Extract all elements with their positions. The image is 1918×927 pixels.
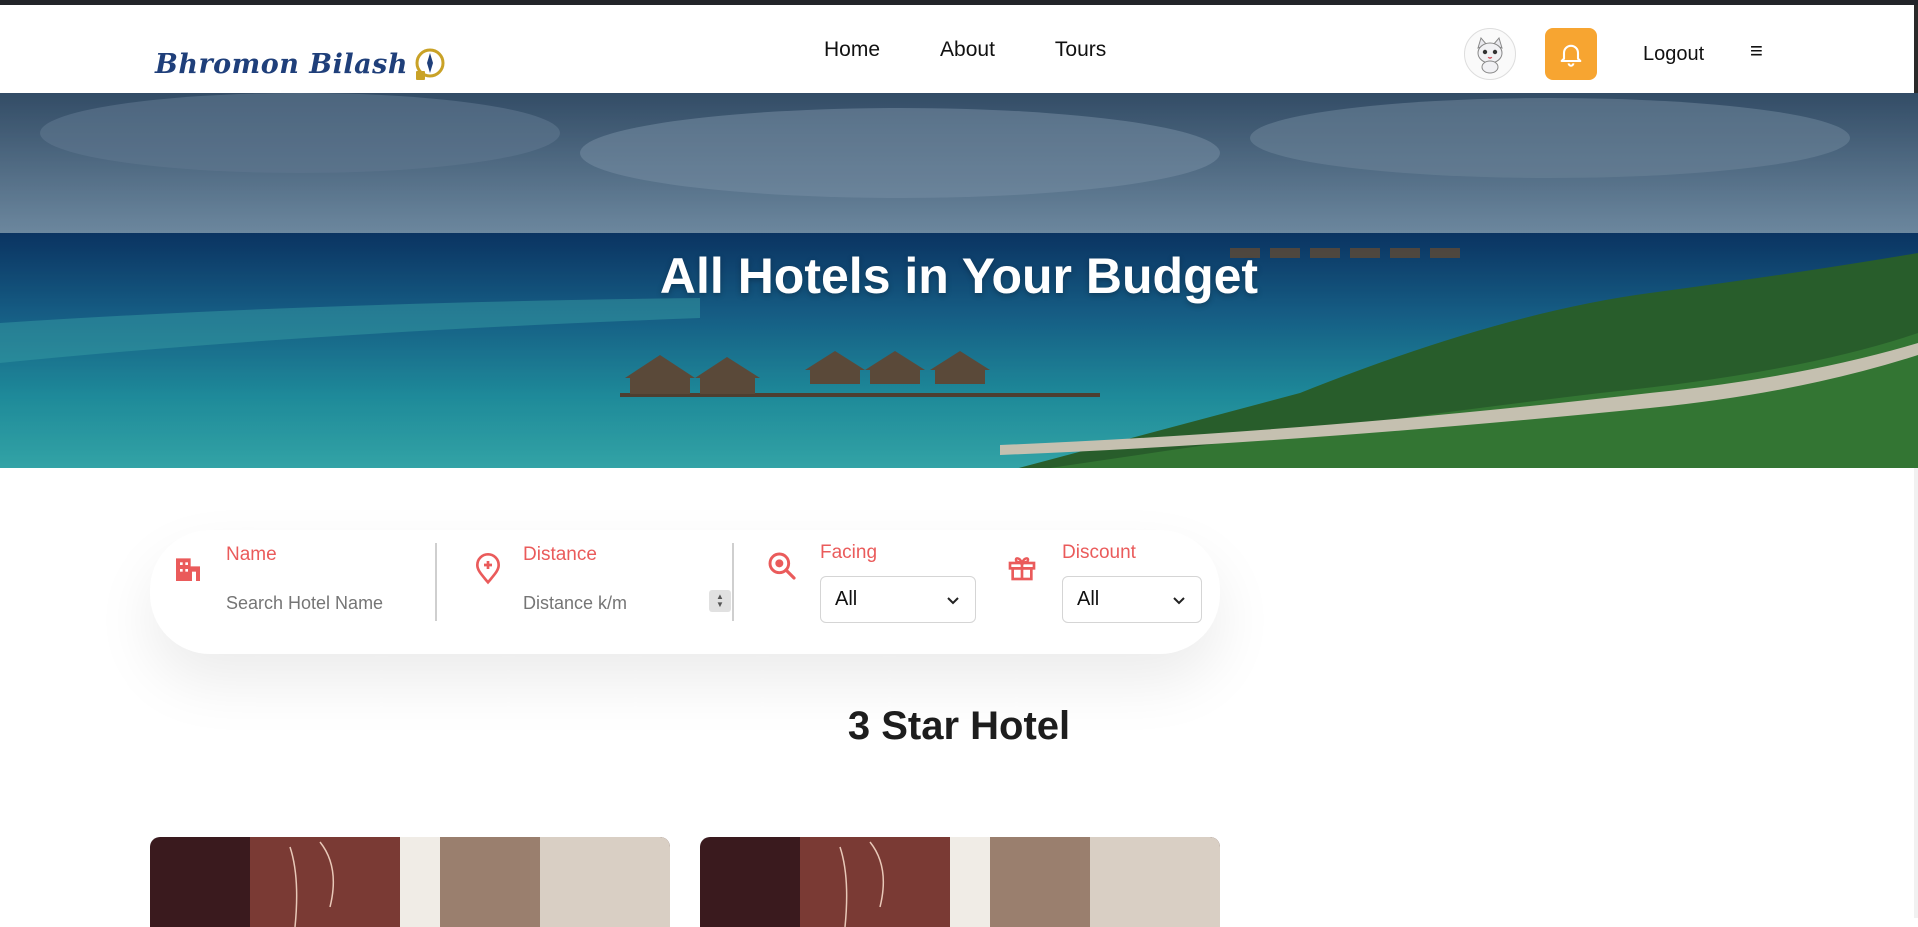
nav-links: Home About Tours — [824, 38, 1106, 62]
discount-label: Discount — [1062, 542, 1136, 563]
notifications-button[interactable] — [1545, 28, 1597, 80]
compass-icon — [410, 45, 448, 83]
hero-title: All Hotels in Your Budget — [659, 248, 1259, 304]
logo-text: Bhromon Bilash — [155, 48, 408, 80]
discount-select[interactable]: All — [1062, 576, 1202, 623]
nav-link-home[interactable]: Home — [824, 38, 880, 62]
nav-link-about[interactable]: About — [940, 38, 995, 62]
facing-select[interactable]: All — [820, 576, 976, 623]
name-label: Name — [226, 544, 277, 565]
discount-filter: Discount All — [980, 530, 1220, 654]
divider — [732, 543, 734, 621]
building-icon — [176, 558, 200, 581]
gift-icon — [1008, 557, 1036, 581]
facing-selected-value: All — [835, 588, 858, 610]
map-pin-plus-icon — [475, 553, 501, 585]
discount-selected-value: All — [1077, 588, 1100, 610]
navbar: Bhromon Bilash Home About Tours Logout ≡ — [0, 5, 1918, 93]
chevron-down-icon — [1173, 596, 1185, 604]
hamburger-menu-icon[interactable]: ≡ — [1750, 38, 1763, 64]
search-focus-icon — [768, 552, 796, 580]
section-title: 3 Star Hotel — [847, 704, 1071, 748]
chevron-down-icon: ▼ — [716, 600, 724, 609]
cat-avatar-icon — [1477, 36, 1503, 74]
hotel-card[interactable] — [150, 837, 670, 927]
logout-link[interactable]: Logout — [1643, 43, 1704, 66]
facing-label: Facing — [820, 542, 878, 563]
hotel-room-image — [700, 837, 1220, 927]
name-filter: Name — [150, 530, 440, 654]
divider — [435, 543, 437, 621]
distance-input[interactable] — [523, 590, 693, 616]
hotel-card[interactable] — [700, 837, 1220, 927]
bell-icon — [1560, 44, 1582, 67]
hotel-room-image — [150, 837, 670, 927]
user-avatar[interactable] — [1464, 28, 1516, 80]
nav-link-tours[interactable]: Tours — [1055, 38, 1106, 62]
hero-banner: All Hotels in Your Budget — [0, 93, 1918, 468]
site-logo[interactable]: Bhromon Bilash — [155, 39, 448, 89]
hotel-search-bar: Name Distance ▲ ▼ Facing All — [150, 530, 1220, 654]
distance-filter: Distance ▲ ▼ — [440, 530, 740, 654]
distance-label: Distance — [523, 544, 597, 565]
facing-filter: Facing All — [740, 530, 980, 654]
distance-stepper[interactable]: ▲ ▼ — [709, 590, 731, 612]
chevron-down-icon — [947, 596, 959, 604]
hotel-name-input[interactable] — [226, 590, 416, 616]
